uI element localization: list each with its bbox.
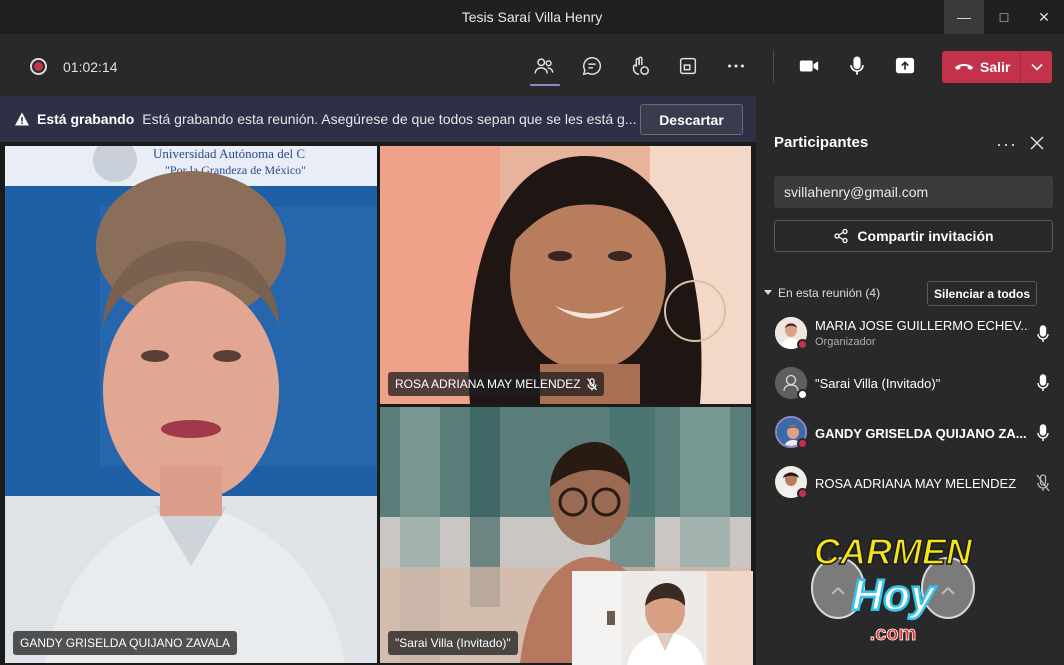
leave-options-button[interactable] — [1021, 51, 1052, 83]
participant-name: GANDY GRISELDA QUIJANO ZA... — [815, 426, 1027, 441]
participant-name: "Sarai Villa (Invitado)" — [815, 376, 941, 391]
logo-word-carmen: CARMEN — [814, 531, 973, 572]
video-name-label: GANDY GRISELDA QUIJANO ZAVALA — [20, 636, 231, 650]
people-icon — [534, 58, 554, 74]
title-bar: Tesis Saraí Villa Henry — □ ✕ — [0, 0, 1064, 34]
raise-hand-icon — [632, 56, 649, 75]
hang-up-icon — [954, 63, 974, 70]
meeting-timer: 01:02:14 — [63, 59, 118, 75]
in-meeting-label: En esta reunión (4) — [778, 286, 881, 300]
leave-label: Salir — [980, 59, 1011, 75]
participant-item[interactable]: MARIA JOSE GUILLERMO ECHEV... Organizado… — [756, 312, 1064, 356]
camera-icon — [799, 60, 819, 72]
share-screen-button[interactable] — [891, 52, 919, 80]
breakout-rooms-icon — [679, 57, 697, 75]
close-icon[interactable] — [1028, 134, 1046, 152]
video-tile-rosa[interactable]: ROSA ADRIANA MAY MELENDEZ — [380, 146, 751, 404]
panel-title: Participantes — [774, 134, 869, 151]
logo-word-hoy: Hoy — [851, 571, 937, 620]
mute-all-button[interactable]: Silenciar a todos — [927, 281, 1037, 306]
microphone-button[interactable] — [843, 52, 871, 80]
carmenhoy-watermark-logo: CARMEN Hoy .com — [798, 526, 988, 650]
warning-icon — [15, 112, 29, 126]
video-name-tag: "Sarai Villa (Invitado)" — [388, 631, 518, 655]
participant-item[interactable]: ROSA ADRIANA MAY MELENDEZ — [756, 461, 1064, 505]
participants-button[interactable] — [530, 52, 558, 80]
share-invite-button[interactable]: Compartir invitación — [774, 220, 1053, 252]
in-meeting-section-toggle[interactable]: En esta reunión (4) — [764, 286, 880, 300]
video-name-label: ROSA ADRIANA MAY MELENDEZ — [395, 377, 581, 391]
presence-status-icon — [797, 438, 808, 449]
participant-role: Organizador — [815, 336, 876, 348]
participant-name: MARIA JOSE GUILLERMO ECHEV... — [815, 318, 1029, 333]
participant-video: Universidad Autónoma del C "Por la Grand… — [5, 146, 377, 663]
recording-icon — [30, 58, 47, 75]
window-title: Tesis Saraí Villa Henry — [461, 9, 603, 25]
window-controls: — □ ✕ — [944, 0, 1064, 34]
presence-status-icon — [797, 339, 808, 350]
toolbar-divider — [773, 50, 774, 82]
banner-title: Está grabando — [37, 111, 135, 127]
dismiss-button[interactable]: Descartar — [640, 104, 743, 135]
leave-main[interactable]: Salir — [942, 51, 1020, 83]
share-invite-label: Compartir invitación — [857, 228, 994, 244]
presence-status-icon — [797, 488, 808, 499]
camera-button[interactable] — [795, 52, 823, 80]
microphone-icon — [1037, 325, 1049, 342]
video-name-label: "Sarai Villa (Invitado)" — [395, 636, 511, 650]
rooms-button[interactable] — [674, 52, 702, 80]
participant-video — [380, 146, 751, 404]
meeting-toolbar: 01:02:14 Salir — [0, 34, 1064, 96]
banner-message: Está grabando esta reunión. Asegúrese de… — [142, 111, 637, 127]
microphone-icon — [1037, 424, 1049, 441]
reactions-button[interactable] — [626, 52, 654, 80]
logo-word-com: .com — [870, 623, 917, 645]
close-window-button[interactable]: ✕ — [1024, 0, 1064, 34]
self-view-video[interactable] — [572, 571, 753, 665]
video-tile-gandy[interactable]: Universidad Autónoma del C "Por la Grand… — [5, 146, 377, 663]
leave-button[interactable]: Salir — [942, 51, 1052, 83]
participant-item[interactable]: "Sarai Villa (Invitado)" — [756, 361, 1064, 405]
muted-microphone-icon — [1036, 474, 1050, 492]
more-icon — [728, 64, 744, 68]
share-icon — [834, 228, 849, 244]
chat-icon — [582, 57, 602, 76]
recording-banner: Está grabando Está grabando esta reunión… — [0, 96, 756, 142]
self-video — [572, 571, 753, 665]
maximize-button[interactable]: □ — [984, 0, 1024, 34]
chevron-down-icon — [764, 290, 772, 295]
microphone-icon — [850, 56, 864, 75]
muted-microphone-icon — [586, 377, 597, 390]
chevron-down-icon — [1030, 63, 1043, 71]
chat-button[interactable] — [578, 52, 606, 80]
invite-email-field[interactable] — [774, 176, 1053, 208]
active-tab-indicator — [530, 84, 560, 86]
participant-name: ROSA ADRIANA MAY MELENDEZ — [815, 476, 1017, 491]
video-name-tag: ROSA ADRIANA MAY MELENDEZ — [388, 372, 604, 396]
video-name-tag: GANDY GRISELDA QUIJANO ZAVALA — [13, 631, 238, 655]
panel-more-button[interactable]: ··· — [996, 134, 1017, 155]
microphone-icon — [1037, 374, 1049, 391]
more-actions-button[interactable] — [722, 52, 750, 80]
slide-university-text: Universidad Autónoma del C — [153, 146, 305, 161]
share-screen-icon — [895, 57, 915, 74]
presence-status-icon — [797, 389, 808, 400]
participant-item[interactable]: GANDY GRISELDA QUIJANO ZA... — [756, 411, 1064, 455]
minimize-button[interactable]: — — [944, 0, 984, 34]
